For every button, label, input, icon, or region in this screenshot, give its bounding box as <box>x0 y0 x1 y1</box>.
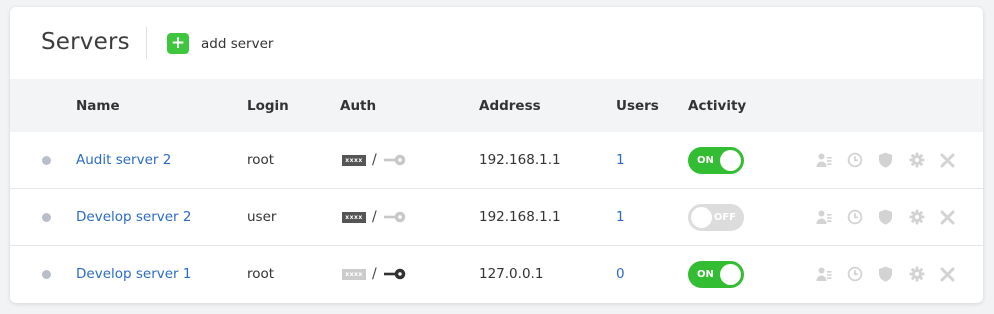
status-dot <box>42 213 51 222</box>
login-cell: root <box>247 266 275 282</box>
activity-toggle[interactable]: OFF <box>688 204 744 231</box>
row-actions <box>808 151 963 169</box>
column-activity: Activity <box>688 98 747 114</box>
plus-icon: + <box>167 33 189 54</box>
activity-toggle[interactable]: ON <box>688 261 744 288</box>
login-cell: root <box>247 152 275 168</box>
key-icon[interactable] <box>383 268 406 280</box>
column-address: Address <box>479 98 541 114</box>
user-list-icon <box>816 266 832 282</box>
shield-button[interactable] <box>870 265 901 283</box>
activity-toggle-label: OFF <box>713 212 736 223</box>
column-login: Login <box>247 98 289 114</box>
key-icon[interactable] <box>383 154 406 166</box>
close-button[interactable] <box>932 151 963 169</box>
status-dot <box>42 270 51 279</box>
shield-button[interactable] <box>870 208 901 226</box>
address-cell: 127.0.0.1 <box>479 266 544 282</box>
user-list-button[interactable] <box>808 151 839 169</box>
status-dot <box>42 156 51 165</box>
activity-toggle-label: ON <box>697 269 714 280</box>
clock-icon <box>847 266 863 282</box>
auth-separator: / <box>372 209 377 225</box>
users-count-link[interactable]: 0 <box>616 266 625 282</box>
panel-header: Servers + add server <box>10 7 983 79</box>
add-server-label: add server <box>201 35 274 52</box>
users-count-link[interactable]: 1 <box>616 209 625 225</box>
activity-toggle-label: ON <box>697 155 714 166</box>
password-icon[interactable]: xxxx <box>342 154 366 166</box>
column-users: Users <box>616 98 659 114</box>
shield-icon <box>878 209 893 225</box>
auth-separator: / <box>372 152 377 168</box>
column-name: Name <box>76 98 120 114</box>
page-title: Servers <box>41 29 130 55</box>
add-server-button[interactable]: + add server <box>167 33 273 54</box>
close-icon <box>940 210 955 225</box>
row-actions <box>808 265 963 283</box>
clock-button[interactable] <box>839 151 870 169</box>
gear-button[interactable] <box>901 151 932 169</box>
key-icon[interactable] <box>383 211 406 223</box>
servers-panel: Servers + add server Name Login Auth Add… <box>10 7 983 303</box>
auth-cell: xxxx / <box>342 209 406 225</box>
gear-button[interactable] <box>901 265 932 283</box>
password-icon[interactable]: xxxx <box>342 268 366 280</box>
user-list-button[interactable] <box>808 208 839 226</box>
close-button[interactable] <box>932 208 963 226</box>
users-count-link[interactable]: 1 <box>616 152 625 168</box>
address-cell: 192.168.1.1 <box>479 209 561 225</box>
server-name-link[interactable]: Develop server 1 <box>76 266 191 282</box>
toggle-knob <box>720 150 741 171</box>
toggle-knob <box>691 207 712 228</box>
user-list-button[interactable] <box>808 265 839 283</box>
shield-icon <box>878 152 893 168</box>
user-list-icon <box>816 152 832 168</box>
server-name-link[interactable]: Audit server 2 <box>76 152 171 168</box>
auth-separator: / <box>372 266 377 282</box>
clock-icon <box>847 209 863 225</box>
gear-button[interactable] <box>901 208 932 226</box>
password-icon[interactable]: xxxx <box>342 211 366 223</box>
gear-icon <box>909 266 925 282</box>
activity-toggle[interactable]: ON <box>688 147 744 174</box>
table-row: Audit server 2 root xxxx / 192.168.1.1 1 ON <box>10 132 983 189</box>
clock-button[interactable] <box>839 208 870 226</box>
gear-icon <box>909 209 925 225</box>
address-cell: 192.168.1.1 <box>479 152 561 168</box>
close-icon <box>940 267 955 282</box>
row-actions <box>808 208 963 226</box>
column-auth: Auth <box>340 98 377 114</box>
header-divider <box>146 27 147 59</box>
gear-icon <box>909 152 925 168</box>
clock-button[interactable] <box>839 265 870 283</box>
table-row: Develop server 2 user xxxx / 192.168.1.1 1 OFF <box>10 189 983 246</box>
toggle-knob <box>720 264 741 285</box>
table-header: Name Login Auth Address Users Activity <box>10 79 983 132</box>
user-list-icon <box>816 209 832 225</box>
shield-icon <box>878 266 893 282</box>
table-row: Develop server 1 root xxxx / 127.0.0.1 0 ON <box>10 246 983 303</box>
server-name-link[interactable]: Develop server 2 <box>76 209 191 225</box>
close-button[interactable] <box>932 265 963 283</box>
clock-icon <box>847 152 863 168</box>
close-icon <box>940 153 955 168</box>
login-cell: user <box>247 209 277 225</box>
shield-button[interactable] <box>870 151 901 169</box>
auth-cell: xxxx / <box>342 266 406 282</box>
auth-cell: xxxx / <box>342 152 406 168</box>
